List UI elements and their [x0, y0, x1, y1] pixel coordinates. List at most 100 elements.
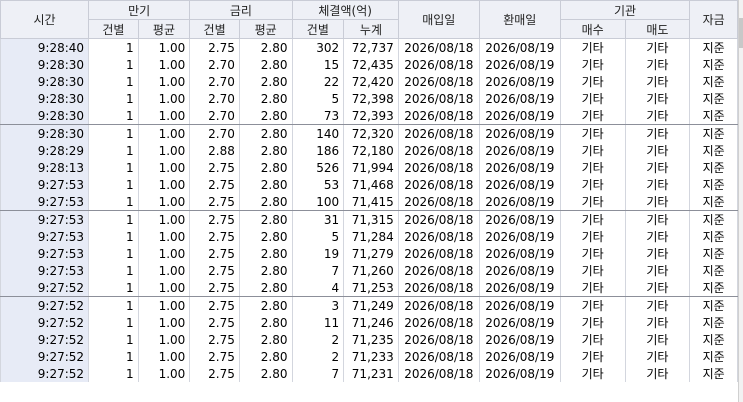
- cell-inst-buy: 기타: [559, 176, 626, 193]
- table-row[interactable]: 9:27:52 1 1.00 2.75 2.80 11 71,246 2026/08/18 20…: [0, 314, 738, 331]
- cell-inst-sell: 기타: [624, 228, 691, 245]
- cell-sell-date: 2026/08/19: [478, 365, 561, 382]
- cell-maturity-each: 1: [88, 124, 139, 142]
- cell-rate-avg: 2.80: [238, 348, 293, 365]
- header-sell-date[interactable]: 환매일: [478, 0, 561, 39]
- table-row[interactable]: 9:27:53 1 1.00 2.75 2.80 100 71,415 2026/08/18 2…: [0, 193, 738, 211]
- cell-fund: 지준: [689, 73, 738, 90]
- table-row[interactable]: 9:27:52 1 1.00 2.75 2.80 2 71,235 2026/08/18 202…: [0, 331, 738, 348]
- cell-time: 9:28:40: [0, 38, 90, 56]
- header-time[interactable]: 시간: [0, 0, 90, 39]
- cell-maturity-avg: 1.00: [137, 210, 191, 228]
- cell-maturity-avg: 1.00: [137, 159, 191, 176]
- cell-inst-buy: 기타: [559, 210, 626, 228]
- table-row[interactable]: 9:28:40 1 1.00 2.75 2.80 302 72,737 2026/08/18 2…: [0, 38, 738, 56]
- cell-volume-cum: 71,284: [343, 228, 399, 245]
- cell-volume-each: 31: [291, 210, 345, 228]
- cell-maturity-each: 1: [88, 314, 139, 331]
- cell-inst-buy: 기타: [559, 262, 626, 279]
- cell-sell-date: 2026/08/19: [478, 314, 561, 331]
- header-fund[interactable]: 자금: [689, 0, 738, 39]
- cell-time: 9:27:52: [0, 296, 90, 314]
- cell-rate-avg: 2.80: [238, 159, 293, 176]
- header-inst-sell[interactable]: 매도: [624, 19, 691, 39]
- cell-time: 9:27:52: [0, 314, 90, 331]
- cell-rate-avg: 2.80: [238, 210, 293, 228]
- table-row[interactable]: 9:27:53 1 1.00 2.75 2.80 7 71,260 2026/08/18 202…: [0, 262, 738, 279]
- cell-rate-avg: 2.80: [238, 124, 293, 142]
- cell-time: 9:27:53: [0, 262, 90, 279]
- cell-volume-each: 73: [291, 107, 345, 125]
- table-row[interactable]: 9:27:52 1 1.00 2.75 2.80 7 71,231 2026/08/18 202…: [0, 365, 738, 382]
- cell-maturity-each: 1: [88, 245, 139, 262]
- header-maturity[interactable]: 만기: [88, 0, 191, 20]
- cell-volume-each: 2: [291, 348, 345, 365]
- header-buy-date[interactable]: 매입일: [397, 0, 480, 39]
- table-row[interactable]: 9:28:30 1 1.00 2.70 2.80 140 72,320 2026/08/18 2…: [0, 124, 738, 142]
- cell-buy-date: 2026/08/18: [397, 262, 480, 279]
- cell-rate-each: 2.75: [189, 262, 240, 279]
- table-row[interactable]: 9:27:53 1 1.00 2.75 2.80 53 71,468 2026/08/18 20…: [0, 176, 738, 193]
- cell-maturity-avg: 1.00: [137, 296, 191, 314]
- cell-volume-cum: 72,737: [343, 38, 399, 56]
- table-row[interactable]: 9:27:53 1 1.00 2.75 2.80 5 71,284 2026/08/18 202…: [0, 228, 738, 245]
- header-maturity-each[interactable]: 건별: [88, 19, 139, 39]
- table-row[interactable]: 9:28:13 1 1.00 2.75 2.80 526 71,994 2026/08/18 2…: [0, 159, 738, 176]
- table-row[interactable]: 9:27:52 1 1.00 2.75 2.80 4 71,253 2026/08/18 202…: [0, 279, 738, 297]
- table-row[interactable]: 9:27:52 1 1.00 2.75 2.80 2 71,233 2026/08/18 202…: [0, 348, 738, 365]
- vertical-scrollbar[interactable]: [738, 0, 743, 402]
- cell-fund: 지준: [689, 124, 738, 142]
- header-volume-each[interactable]: 건별: [291, 19, 345, 39]
- header-inst-buy[interactable]: 매수: [559, 19, 626, 39]
- cell-inst-sell: 기타: [624, 314, 691, 331]
- cell-time: 9:27:53: [0, 228, 90, 245]
- cell-buy-date: 2026/08/18: [397, 331, 480, 348]
- header-rate-avg[interactable]: 평균: [238, 19, 293, 39]
- cell-fund: 지준: [689, 262, 738, 279]
- cell-volume-each: 7: [291, 365, 345, 382]
- header-rate-each[interactable]: 건별: [189, 19, 240, 39]
- cell-inst-buy: 기타: [559, 38, 626, 56]
- cell-volume-cum: 71,235: [343, 331, 399, 348]
- cell-fund: 지준: [689, 279, 738, 297]
- header-volume-cum[interactable]: 누계: [343, 19, 399, 39]
- cell-buy-date: 2026/08/18: [397, 176, 480, 193]
- cell-sell-date: 2026/08/19: [478, 279, 561, 297]
- cell-buy-date: 2026/08/18: [397, 279, 480, 297]
- cell-buy-date: 2026/08/18: [397, 314, 480, 331]
- cell-volume-cum: 71,231: [343, 365, 399, 382]
- cell-rate-avg: 2.80: [238, 245, 293, 262]
- trade-grid: 시간 만기 금리 체결액(억) 매입일 환매일 기관 자금 건별 평균 건별 평…: [0, 0, 738, 382]
- header-rate[interactable]: 금리: [189, 0, 293, 20]
- cell-rate-each: 2.70: [189, 124, 240, 142]
- table-row[interactable]: 9:28:30 1 1.00 2.70 2.80 15 72,435 2026/08/18 20…: [0, 56, 738, 73]
- table-row[interactable]: 9:28:30 1 1.00 2.70 2.80 5 72,398 2026/08/18 202…: [0, 90, 738, 107]
- cell-volume-cum: 71,253: [343, 279, 399, 297]
- header-institution[interactable]: 기관: [559, 0, 691, 20]
- cell-maturity-each: 1: [88, 331, 139, 348]
- cell-maturity-each: 1: [88, 193, 139, 211]
- cell-inst-sell: 기타: [624, 365, 691, 382]
- table-row[interactable]: 9:28:30 1 1.00 2.70 2.80 22 72,420 2026/08/18 20…: [0, 73, 738, 90]
- scrollbar-thumb[interactable]: [739, 18, 743, 48]
- cell-buy-date: 2026/08/18: [397, 73, 480, 90]
- cell-inst-buy: 기타: [559, 73, 626, 90]
- cell-rate-each: 2.70: [189, 73, 240, 90]
- cell-rate-avg: 2.80: [238, 73, 293, 90]
- header-maturity-avg[interactable]: 평균: [137, 19, 191, 39]
- cell-inst-sell: 기타: [624, 245, 691, 262]
- cell-rate-each: 2.75: [189, 314, 240, 331]
- cell-volume-cum: 71,468: [343, 176, 399, 193]
- table-row[interactable]: 9:27:53 1 1.00 2.75 2.80 31 71,315 2026/08/18 20…: [0, 210, 738, 228]
- cell-volume-cum: 72,393: [343, 107, 399, 125]
- table-row[interactable]: 9:28:29 1 1.00 2.88 2.80 186 72,180 2026/08/18 2…: [0, 142, 738, 159]
- cell-maturity-avg: 1.00: [137, 73, 191, 90]
- header-volume[interactable]: 체결액(억): [291, 0, 399, 20]
- cell-maturity-each: 1: [88, 38, 139, 56]
- cell-inst-buy: 기타: [559, 107, 626, 125]
- table-row[interactable]: 9:27:52 1 1.00 2.75 2.80 3 71,249 2026/08/18 202…: [0, 296, 738, 314]
- table-row[interactable]: 9:28:30 1 1.00 2.70 2.80 73 72,393 2026/08/18 20…: [0, 107, 738, 125]
- cell-volume-cum: 72,320: [343, 124, 399, 142]
- table-row[interactable]: 9:27:53 1 1.00 2.75 2.80 19 71,279 2026/08/18 20…: [0, 245, 738, 262]
- cell-rate-each: 2.88: [189, 142, 240, 159]
